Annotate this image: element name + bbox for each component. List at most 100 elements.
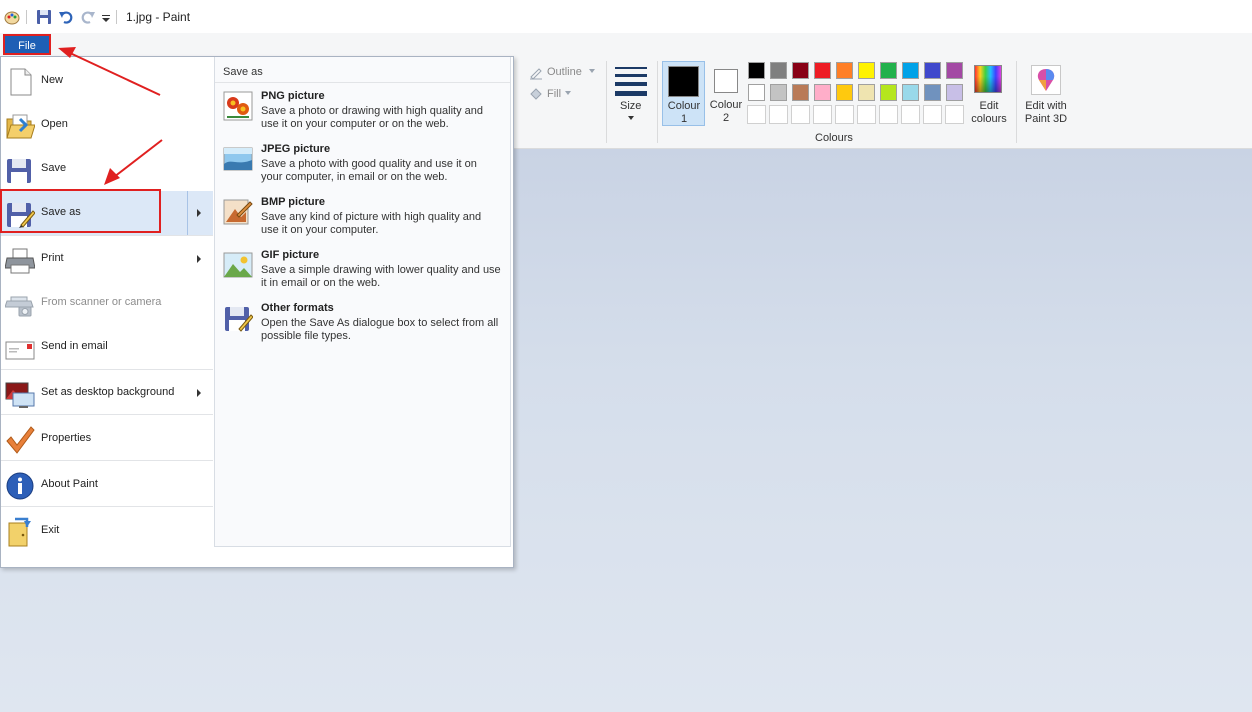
- save-as-option-title: BMP picture: [261, 196, 325, 208]
- palette-swatch[interactable]: [946, 84, 963, 101]
- custom-colour-slot[interactable]: [945, 105, 964, 124]
- custom-colour-slot[interactable]: [857, 105, 876, 124]
- outline-label[interactable]: Outline: [547, 66, 582, 78]
- edit-paint3d-label: Edit with Paint 3D: [1024, 100, 1068, 125]
- size-button[interactable]: Size: [612, 61, 650, 129]
- redo-icon[interactable]: [80, 9, 96, 25]
- save-as-submenu: Save as PNG picture Save a photo or draw…: [214, 57, 511, 547]
- menu-item-label: Properties: [41, 432, 92, 444]
- save-disk-icon: [7, 159, 31, 183]
- palette-swatch[interactable]: [880, 62, 897, 79]
- menu-item-label: About Paint: [41, 478, 98, 490]
- custom-colour-slot[interactable]: [769, 105, 788, 124]
- edit-colours-label: Edit colours: [971, 100, 1007, 125]
- save-as-option-title: JPEG picture: [261, 143, 331, 155]
- palette-swatch[interactable]: [748, 84, 765, 101]
- menu-item-save[interactable]: Save: [1, 147, 213, 191]
- menu-item-print[interactable]: Print: [1, 237, 213, 281]
- palette-swatch[interactable]: [902, 62, 919, 79]
- colour1-button[interactable]: Colour 1: [662, 61, 705, 126]
- colour1-swatch: [668, 66, 699, 97]
- png-picture-icon: [223, 91, 253, 121]
- palette-swatch[interactable]: [814, 62, 831, 79]
- menu-item-send-email[interactable]: Send in email: [1, 325, 213, 369]
- properties-checkmark-icon: [6, 426, 35, 454]
- custom-colour-slot[interactable]: [791, 105, 810, 124]
- palette-swatch[interactable]: [858, 62, 875, 79]
- save-as-gif-option[interactable]: GIF picture Save a simple drawing with l…: [215, 246, 510, 298]
- palette-swatch[interactable]: [748, 62, 765, 79]
- file-tab-button[interactable]: File: [3, 34, 51, 55]
- fill-label[interactable]: Fill: [547, 88, 561, 100]
- save-as-option-title: Other formats: [261, 302, 334, 314]
- save-as-option-desc: Save a simple drawing with lower quality…: [261, 264, 501, 289]
- size-label: Size: [620, 100, 642, 112]
- bmp-picture-icon: [223, 199, 253, 225]
- menu-item-properties[interactable]: Properties: [1, 417, 213, 461]
- save-as-png-option[interactable]: PNG picture Save a photo or drawing with…: [215, 87, 510, 139]
- submenu-arrow-icon: [197, 389, 201, 397]
- save-as-jpeg-option[interactable]: JPEG picture Save a photo with good qual…: [215, 140, 510, 192]
- title-separator: [116, 10, 117, 24]
- paint-app-icon[interactable]: [4, 9, 20, 25]
- menu-separator: [1, 460, 213, 461]
- menu-item-label: Print: [41, 252, 64, 264]
- save-as-bmp-option[interactable]: BMP picture Save any kind of picture wit…: [215, 193, 510, 245]
- custom-colour-slot[interactable]: [835, 105, 854, 124]
- palette-swatch[interactable]: [792, 84, 809, 101]
- ribbon-divider: [657, 61, 658, 143]
- palette-swatch[interactable]: [924, 62, 941, 79]
- save-as-highlight-box: [0, 189, 161, 233]
- custom-colour-slot[interactable]: [923, 105, 942, 124]
- palette-swatch[interactable]: [814, 84, 831, 101]
- custom-colour-slot[interactable]: [747, 105, 766, 124]
- palette-swatch[interactable]: [770, 62, 787, 79]
- palette-swatch[interactable]: [858, 84, 875, 101]
- title-separator: [26, 10, 27, 24]
- save-as-option-desc: Save a photo or drawing with high qualit…: [261, 105, 483, 130]
- colour-palette: [747, 62, 968, 128]
- size-dropdown-chevron-icon: [628, 116, 634, 120]
- palette-swatch[interactable]: [836, 84, 853, 101]
- file-menu-commands: New Open Save Save as Print From scanner…: [1, 57, 213, 553]
- save-as-other-formats-option[interactable]: Other formats Open the Save As dialogue …: [215, 299, 510, 351]
- custom-colour-slot[interactable]: [879, 105, 898, 124]
- paint3d-icon: [1031, 65, 1061, 95]
- edit-with-paint3d-button[interactable]: Edit with Paint 3D: [1020, 61, 1072, 129]
- submenu-heading-divider: [215, 82, 510, 83]
- gif-picture-icon: [223, 252, 253, 278]
- menu-separator: [1, 506, 213, 507]
- palette-swatch[interactable]: [792, 62, 809, 79]
- submenu-heading: Save as: [223, 66, 263, 78]
- colour2-button[interactable]: Colour 2: [706, 61, 746, 126]
- save-as-option-desc: Save any kind of picture with high quali…: [261, 211, 482, 236]
- menu-item-from-scanner[interactable]: From scanner or camera: [1, 281, 213, 325]
- open-folder-icon: [6, 114, 35, 139]
- ribbon-divider: [606, 61, 607, 143]
- quick-save-icon[interactable]: [36, 9, 52, 25]
- jpeg-picture-icon: [223, 147, 253, 171]
- menu-item-new[interactable]: New: [1, 59, 213, 103]
- palette-swatch[interactable]: [924, 84, 941, 101]
- palette-swatch[interactable]: [836, 62, 853, 79]
- menu-item-exit[interactable]: Exit: [1, 509, 213, 553]
- menu-item-label: From scanner or camera: [41, 296, 162, 308]
- menu-separator: [1, 369, 213, 370]
- menu-separator: [1, 414, 213, 415]
- palette-swatch[interactable]: [902, 84, 919, 101]
- fill-icon: [530, 88, 542, 100]
- customize-toolbar-chevron-down-icon[interactable]: [101, 9, 111, 25]
- edit-colours-button[interactable]: Edit colours: [968, 61, 1010, 129]
- save-as-option-desc: Save a photo with good quality and use i…: [261, 158, 477, 183]
- undo-icon[interactable]: [58, 9, 74, 25]
- fill-dropdown-chevron-icon: [565, 91, 571, 95]
- custom-colour-slot[interactable]: [813, 105, 832, 124]
- palette-swatch[interactable]: [946, 62, 963, 79]
- menu-item-set-desktop-background[interactable]: Set as desktop background: [1, 371, 213, 415]
- palette-swatch[interactable]: [880, 84, 897, 101]
- menu-item-about-paint[interactable]: About Paint: [1, 463, 213, 507]
- custom-colour-slot[interactable]: [901, 105, 920, 124]
- printer-icon: [5, 248, 35, 274]
- menu-item-open[interactable]: Open: [1, 103, 213, 147]
- palette-swatch[interactable]: [770, 84, 787, 101]
